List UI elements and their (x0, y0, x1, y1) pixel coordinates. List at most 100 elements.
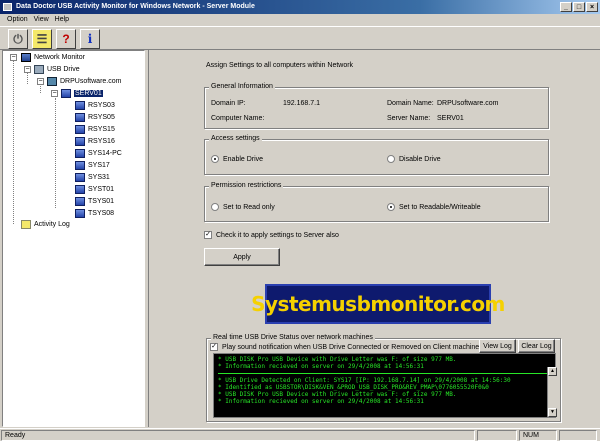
window-controls: _ □ × (560, 2, 598, 12)
sound-notification-label: Play sound notification when USB Drive C… (222, 343, 483, 351)
menu-option[interactable]: Option (4, 14, 31, 26)
clear-log-button[interactable]: Clear Log (518, 339, 555, 353)
tree-machine[interactable]: SYST01 (75, 184, 114, 195)
tree-domain[interactable]: DRPUsoftware.com (47, 76, 121, 87)
domain-icon (47, 77, 57, 86)
tree-usb-drive[interactable]: USB Drive (34, 64, 80, 75)
computer-icon (75, 173, 85, 182)
tree-machine-label: RSYS16 (88, 138, 115, 145)
disable-drive-label: Disable Drive (399, 155, 441, 163)
notes-button[interactable]: ☰ (32, 29, 52, 49)
tree-machine[interactable]: SYS17 (75, 160, 110, 171)
tree-activity-log-label: Activity Log (34, 221, 70, 228)
menu-help[interactable]: Help (52, 14, 72, 26)
tree-machine[interactable]: RSYS03 (75, 100, 115, 111)
tree-machine-label: TSYS01 (88, 198, 115, 205)
computer-icon (75, 149, 85, 158)
menu-view[interactable]: View (31, 14, 52, 26)
apply-to-server-checkbox[interactable]: ✓ Check it to apply settings to Server a… (204, 231, 339, 239)
realtime-log[interactable]: * USB DISK Pro USB Device with Drive Let… (213, 353, 556, 418)
tree-machine[interactable]: SYS14-PC (75, 148, 122, 159)
tree-expander[interactable]: − (10, 54, 17, 61)
tree-connector (13, 61, 14, 224)
status-pane-empty (559, 430, 597, 441)
tree-machine[interactable]: RSYS16 (75, 136, 115, 147)
tree-machine-label: TSYS08 (88, 210, 115, 217)
log-separator (218, 373, 551, 374)
computer-icon (75, 197, 85, 206)
tree-machine-label: SYS31 (88, 174, 110, 181)
tree-connector (55, 98, 56, 208)
computer-icon (75, 113, 85, 122)
checkbox-box: ✓ (210, 343, 218, 351)
scroll-up-arrow-icon[interactable]: ▲ (548, 367, 557, 376)
info-icon: i (87, 32, 93, 46)
computer-icon (75, 125, 85, 134)
tree-machine[interactable]: TSYS08 (75, 208, 114, 219)
log-line: * Information recieved on server on 29/4… (218, 363, 424, 370)
tree-machine[interactable]: SYS31 (75, 172, 110, 183)
log-line: * Information recieved on server on 29/4… (218, 398, 424, 405)
permission-group: Permission restrictions Set to Read only… (204, 182, 549, 222)
status-num: NUM (519, 430, 557, 441)
toolbar: ⏻ ☰ ? i (0, 26, 600, 50)
tree-root-label: Network Monitor (34, 54, 85, 61)
tree-machine[interactable]: RSYS15 (75, 124, 115, 135)
view-log-button[interactable]: View Log (479, 339, 516, 353)
status-text: Ready (1, 430, 475, 441)
tree-activity-log[interactable]: Activity Log (21, 219, 70, 230)
help-button[interactable]: ? (56, 29, 76, 49)
status-bar: Ready NUM (0, 428, 600, 441)
log-scrollbar[interactable]: ▲ ▼ (547, 367, 557, 417)
domain-name-label: Domain Name: (387, 100, 434, 107)
tree-expander[interactable]: − (51, 90, 58, 97)
general-info-title: General Information (209, 83, 275, 90)
apply-button[interactable]: Apply (204, 248, 280, 266)
tree-server-label: SERV01 (74, 90, 103, 97)
title-bar: Data Doctor USB Activity Monitor for Win… (0, 0, 600, 14)
computer-icon (75, 209, 85, 218)
radio-indicator (387, 155, 395, 163)
tree-machine[interactable]: RSYS05 (75, 112, 115, 123)
status-pane-empty (477, 430, 517, 441)
plug-button[interactable]: ⏻ (8, 29, 28, 49)
tree-usb-label: USB Drive (47, 66, 80, 73)
radio-indicator (211, 203, 219, 211)
app-window: Data Doctor USB Activity Monitor for Win… (0, 0, 600, 441)
tree-server[interactable]: SERV01 (61, 88, 103, 99)
tree-machine[interactable]: TSYS01 (75, 196, 114, 207)
maximize-button[interactable]: □ (573, 2, 585, 12)
computer-icon (75, 185, 85, 194)
computer-icon (75, 137, 85, 146)
info-button[interactable]: i (80, 29, 100, 49)
tree-machine-label: RSYS15 (88, 126, 115, 133)
apply-to-server-label: Check it to apply settings to Server als… (216, 231, 339, 239)
tree-root[interactable]: Network Monitor (21, 52, 85, 63)
read-write-label: Set to Readable/Writeable (399, 203, 481, 211)
close-button[interactable]: × (586, 2, 598, 12)
sound-notification-checkbox[interactable]: ✓ Play sound notification when USB Drive… (210, 343, 483, 351)
general-info-group: General Information Domain IP: 192.168.7… (204, 83, 549, 129)
tree-machine-label: SYST01 (88, 186, 115, 193)
tree-expander[interactable]: − (37, 78, 44, 85)
read-write-radio[interactable]: Set to Readable/Writeable (387, 203, 481, 211)
notes-icon: ☰ (36, 32, 48, 46)
computer-icon (61, 89, 71, 98)
minimize-button[interactable]: _ (560, 2, 572, 12)
access-settings-group: Access settings Enable Drive Disable Dri… (204, 135, 549, 175)
enable-drive-radio[interactable]: Enable Drive (211, 155, 263, 163)
computer-icon (75, 161, 85, 170)
server-name-value: SERV01 (437, 115, 464, 122)
scroll-down-arrow-icon[interactable]: ▼ (548, 408, 557, 417)
tree-expander[interactable]: − (24, 66, 31, 73)
radio-selected-indicator (387, 203, 395, 211)
read-only-radio[interactable]: Set to Read only (211, 203, 275, 211)
menu-bar: Option View Help (0, 14, 600, 26)
network-tree[interactable]: − Network Monitor − USB Drive − DRPUsoft… (2, 50, 145, 427)
log-line: * USB Drive Detected on Client: SYS17 [I… (218, 377, 511, 384)
settings-heading: Assign Settings to all computers within … (206, 62, 354, 69)
tree-machine-label: SYS17 (88, 162, 110, 169)
window-title: Data Doctor USB Activity Monitor for Win… (16, 3, 255, 10)
disable-drive-radio[interactable]: Disable Drive (387, 155, 441, 163)
read-only-label: Set to Read only (223, 203, 275, 211)
